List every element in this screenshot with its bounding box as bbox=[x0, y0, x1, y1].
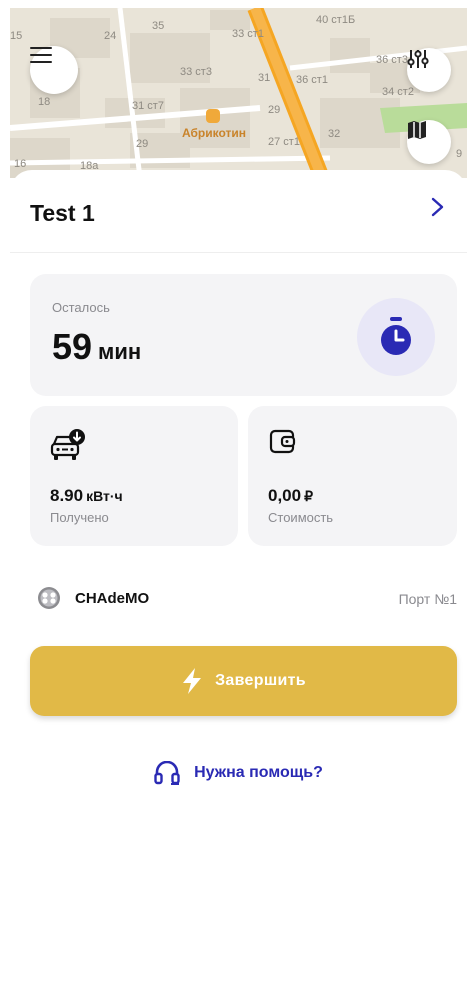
wallet-icon bbox=[269, 429, 296, 454]
remaining-value: 59 мин bbox=[52, 326, 141, 368]
connector-row: CHAdeMO Порт №1 bbox=[30, 586, 457, 616]
stopwatch-icon bbox=[381, 317, 411, 355]
headset-icon bbox=[154, 761, 180, 785]
cost-card: 0,00 ₽ Стоимость bbox=[248, 406, 457, 546]
remaining-time-card: Осталось 59 мин bbox=[30, 274, 457, 396]
cost-currency: ₽ bbox=[304, 488, 314, 504]
energy-label: Получено bbox=[50, 510, 109, 525]
map-label: 31 bbox=[258, 72, 271, 84]
map-label: 40 ст1Б bbox=[316, 14, 356, 26]
map-label: 33 ст3 bbox=[180, 66, 212, 78]
session-sheet: Test 1 Осталось 59 мин 8.90 кВт·ч Получе… bbox=[10, 170, 467, 1007]
port-label: Порт №1 bbox=[398, 591, 457, 607]
map-label: 36 ст1 bbox=[296, 74, 328, 86]
station-title: Test 1 bbox=[30, 200, 95, 226]
map-label: 16 bbox=[14, 158, 27, 170]
help-link[interactable]: Нужна помощь? bbox=[10, 756, 467, 790]
divider bbox=[10, 252, 467, 253]
poi-label[interactable]: Абрикотин bbox=[182, 126, 246, 140]
hamburger-menu-icon bbox=[30, 47, 52, 63]
map-label: 29 bbox=[268, 104, 281, 116]
remaining-label: Осталось bbox=[52, 300, 110, 315]
map-label: 27 ст1 bbox=[268, 136, 300, 148]
station-details-button[interactable] bbox=[423, 192, 453, 222]
timer-badge bbox=[357, 298, 435, 376]
map-label: 9 bbox=[456, 148, 463, 160]
map-label: 36 ст3 bbox=[376, 54, 408, 66]
energy-unit: кВт·ч bbox=[86, 488, 123, 504]
chademo-connector-icon bbox=[38, 587, 60, 609]
finish-charging-button[interactable]: Завершить bbox=[30, 646, 457, 716]
map-label: 18 bbox=[38, 96, 51, 108]
map-label: 32 bbox=[328, 128, 341, 140]
help-link-label: Нужна помощь? bbox=[194, 764, 323, 781]
filter-sliders-icon bbox=[407, 50, 429, 68]
finish-button-label: Завершить bbox=[215, 672, 306, 689]
chevron-right-icon bbox=[431, 197, 444, 217]
remaining-number: 59 bbox=[52, 326, 93, 367]
lightning-icon bbox=[183, 668, 202, 694]
car-charging-icon bbox=[50, 429, 85, 460]
map-label: 15 bbox=[10, 30, 23, 42]
cost-value: 0,00 ₽ bbox=[268, 486, 313, 506]
energy-card: 8.90 кВт·ч Получено bbox=[30, 406, 238, 546]
filter-button[interactable] bbox=[407, 48, 451, 92]
energy-value: 8.90 кВт·ч bbox=[50, 486, 123, 506]
map-view[interactable]: 15 24 35 33 ст1 40 ст1Б 33 ст3 31 36 ст1… bbox=[10, 8, 467, 178]
remaining-unit: мин bbox=[98, 339, 142, 364]
map-label: 31 ст7 bbox=[132, 100, 164, 112]
map-label: 35 bbox=[152, 20, 165, 32]
map-label: 29 bbox=[136, 138, 149, 150]
map-label: 33 ст1 bbox=[232, 28, 264, 40]
map-icon bbox=[408, 121, 426, 139]
connector-name: CHAdeMO bbox=[75, 590, 150, 607]
energy-number: 8.90 bbox=[50, 486, 84, 505]
poi-pin-icon[interactable] bbox=[206, 109, 220, 123]
map-label: 34 ст2 bbox=[382, 86, 414, 98]
map-label: 24 bbox=[104, 30, 117, 42]
map-layers-button[interactable] bbox=[407, 120, 451, 164]
cost-number: 0,00 bbox=[268, 486, 302, 505]
menu-button[interactable] bbox=[30, 46, 78, 94]
cost-label: Стоимость bbox=[268, 510, 334, 525]
